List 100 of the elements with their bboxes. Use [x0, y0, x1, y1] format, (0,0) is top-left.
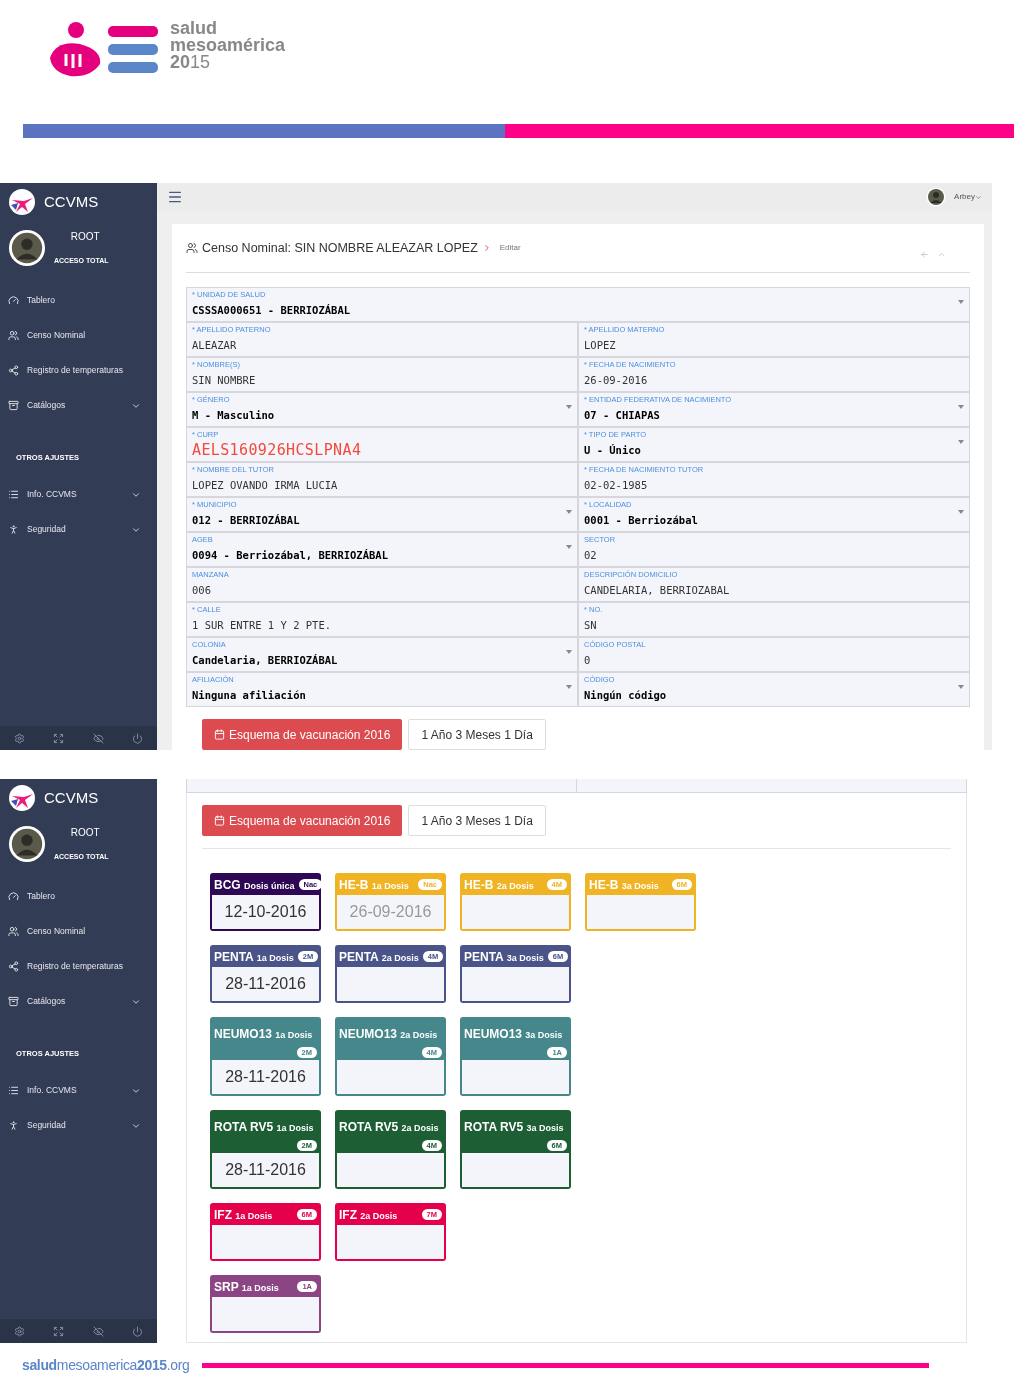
- sidebar-item[interactable]: Censo Nominal: [0, 914, 157, 949]
- dose-date: 28-11-2016: [225, 1067, 306, 1087]
- dropdown-icon: [566, 510, 572, 514]
- date-field[interactable]: 12-10-2016: [212, 895, 319, 929]
- power-icon[interactable]: [131, 732, 143, 744]
- dose-date: 28-11-2016: [225, 1160, 306, 1180]
- field-value: LOPEZ OVANDO IRMA LUCIA: [192, 478, 338, 493]
- sidebar-item[interactable]: Catálogos: [0, 388, 157, 423]
- field-value: 012 - BERRIOZÁBAL: [192, 513, 300, 528]
- field-value: 0094 - Berriozábal, BERRIOZÁBAL: [192, 548, 388, 563]
- brand-logo-icon: [8, 188, 36, 216]
- brand-name: CCVMS: [44, 191, 99, 212]
- field-value: Ningún código: [584, 688, 667, 703]
- dose-date: 26-09-2016: [349, 902, 432, 922]
- sidebar-item[interactable]: Registro de temperaturas: [0, 949, 157, 984]
- field-value: CSSSA000651 - BERRIOZÁBAL: [192, 303, 351, 318]
- avatar: [8, 229, 46, 267]
- sidebar-item[interactable]: Tablero: [0, 879, 157, 914]
- field-value: CANDELARIA, BERRIOZABAL: [584, 583, 730, 598]
- sidebar-item[interactable]: Seguridad: [0, 1108, 157, 1143]
- logo-text: mesoamérica: [170, 37, 286, 54]
- dropdown-icon: [566, 685, 572, 689]
- vaccine-name: PENTA 3a Dosis: [464, 950, 544, 964]
- sidebar-item[interactable]: Catálogos: [0, 984, 157, 1019]
- date-field[interactable]: [337, 967, 444, 1001]
- sidebar-item[interactable]: Info. CCVMS: [0, 477, 157, 512]
- dose-date: 12-10-2016: [224, 902, 307, 922]
- date-field[interactable]: [462, 1153, 569, 1187]
- vaccine-name: HE-B 2a Dosis: [464, 878, 534, 892]
- date-field[interactable]: 28-11-2016: [212, 1153, 319, 1187]
- page-title: Censo Nominal: SIN NOMBRE ALEAZAR LOPEZ: [202, 239, 478, 257]
- user-menu[interactable]: Arbey: [954, 191, 975, 203]
- date-field[interactable]: [337, 1060, 444, 1094]
- age-button[interactable]: 1 Año 3 Meses 1 Día: [408, 719, 546, 750]
- date-field[interactable]: [462, 1060, 569, 1094]
- sidebar-item[interactable]: Censo Nominal: [0, 318, 157, 353]
- field-value: Candelaria, BERRIOZÁBAL: [192, 653, 338, 668]
- dose-date: 28-11-2016: [225, 974, 306, 994]
- page-subtitle: Editar: [499, 242, 521, 254]
- footer-url: saludmesoamerica2015.org: [22, 1356, 190, 1375]
- vaccine-name: NEUMO13 1a Dosis: [214, 1027, 313, 1041]
- date-field[interactable]: 28-11-2016: [212, 967, 319, 1001]
- back-icon[interactable]: [920, 249, 929, 259]
- calendar-icon: [214, 729, 225, 740]
- field-value: SN: [584, 618, 597, 633]
- field-value: M - Masculino: [192, 408, 275, 423]
- field-value: 0: [584, 653, 591, 668]
- field-value: LOPEZ: [584, 338, 616, 353]
- vaccine-name: HE-B 1a Dosis: [339, 878, 409, 892]
- dropdown-icon: [958, 440, 964, 444]
- vaccination-scheme-button[interactable]: Esquema de vacunación 2016: [202, 719, 403, 750]
- eye-off-icon[interactable]: [92, 732, 104, 744]
- date-field[interactable]: [587, 895, 694, 929]
- avatar: [926, 187, 947, 207]
- logo-text: salud: [170, 20, 218, 37]
- vaccine-name: HE-B 3a Dosis: [589, 878, 659, 892]
- vaccine-name: ROTA RV5 1a Dosis: [214, 1120, 314, 1134]
- date-field[interactable]: 28-11-2016: [212, 1060, 319, 1094]
- sidebar-item[interactable]: Registro de temperaturas: [0, 353, 157, 388]
- vaccine-name: SRP 1a Dosis: [214, 1280, 279, 1294]
- age-button[interactable]: 1 Año 3 Meses 1 Día: [408, 805, 546, 836]
- eye-off-icon[interactable]: [92, 1325, 104, 1337]
- sidebar-item[interactable]: Info. CCVMS: [0, 1073, 157, 1108]
- vaccine-name: NEUMO13 2a Dosis: [339, 1027, 438, 1041]
- sidebar-item[interactable]: Tablero: [0, 283, 157, 318]
- vaccination-scheme-button[interactable]: Esquema de vacunación 2016: [202, 805, 403, 836]
- field-value: 0001 - Berriozábal: [584, 513, 698, 528]
- vaccine-name: PENTA 2a Dosis: [339, 950, 419, 964]
- vaccine-name: BCG Dosis única: [214, 878, 295, 892]
- vaccine-name: IFZ 1a Dosis: [214, 1208, 273, 1222]
- users-icon: [186, 242, 198, 254]
- dropdown-icon: [958, 300, 964, 304]
- date-field[interactable]: [337, 1225, 444, 1259]
- field-value: 1 SUR ENTRE 1 Y 2 PTE.: [192, 618, 332, 633]
- vaccine-name: IFZ 2a Dosis: [339, 1208, 398, 1222]
- field-value: SIN NOMBRE: [192, 373, 256, 388]
- sidebar-item[interactable]: Seguridad: [0, 512, 157, 547]
- dropdown-icon: [958, 405, 964, 409]
- date-field[interactable]: [462, 967, 569, 1001]
- caret-icon: [975, 193, 982, 201]
- field-value: ALEAZAR: [192, 338, 237, 353]
- dropdown-icon: [566, 650, 572, 654]
- settings-icon[interactable]: [14, 732, 26, 744]
- fullscreen-icon[interactable]: [53, 732, 65, 744]
- date-field[interactable]: [337, 1153, 444, 1187]
- brand-logo-icon: [8, 784, 36, 812]
- field-value: 07 - CHIAPAS: [584, 408, 660, 423]
- power-icon[interactable]: [131, 1325, 143, 1337]
- date-field[interactable]: [212, 1297, 319, 1331]
- settings-icon[interactable]: [14, 1325, 26, 1337]
- date-field[interactable]: [462, 895, 569, 929]
- dropdown-icon: [958, 685, 964, 689]
- vaccine-name: ROTA RV5 2a Dosis: [339, 1120, 439, 1134]
- user-name: ROOT: [69, 230, 100, 245]
- date-field[interactable]: [212, 1225, 319, 1259]
- field-value: 02-02-1985: [584, 478, 648, 493]
- field-value: 02: [584, 548, 597, 563]
- dropdown-icon: [566, 545, 572, 549]
- fullscreen-icon[interactable]: [53, 1325, 65, 1337]
- field-value: AELS160926HCSLPNA4: [192, 441, 362, 459]
